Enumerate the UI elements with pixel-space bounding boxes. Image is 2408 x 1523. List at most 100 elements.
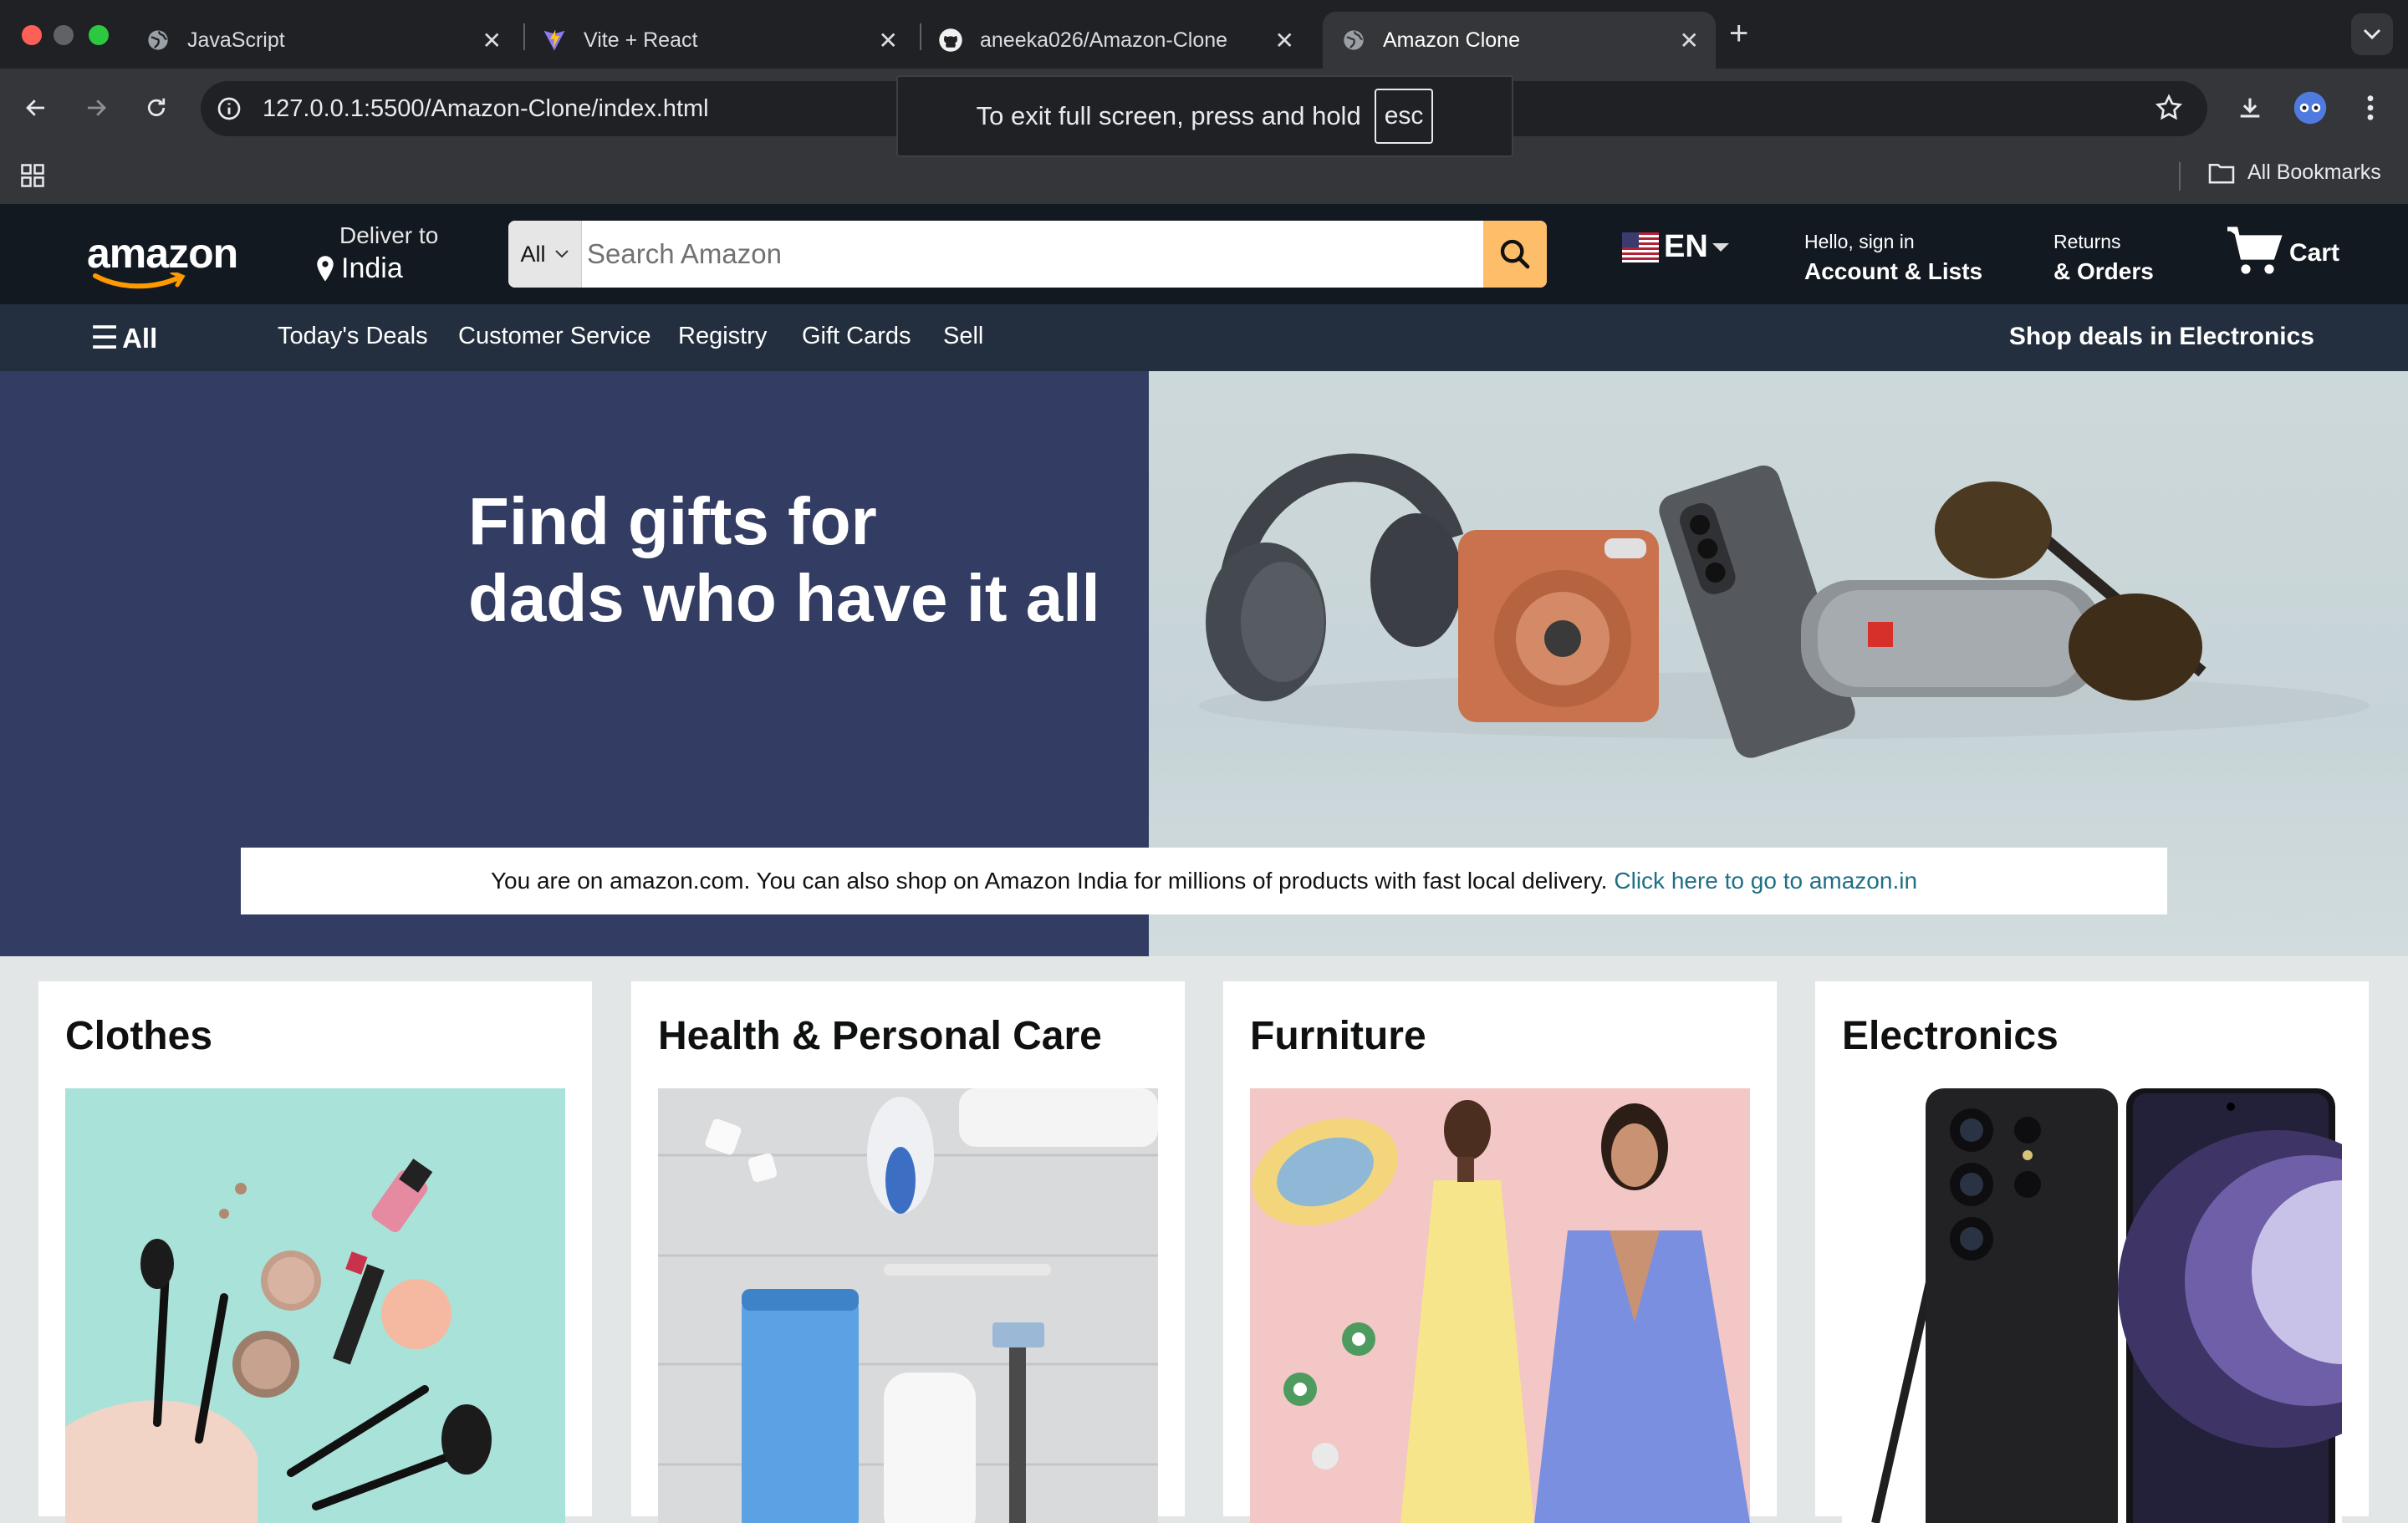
us-flag-icon [1622,232,1659,262]
account-lists[interactable]: Hello, sign in Account & Lists [1804,231,1982,285]
category-card-health-personal-care[interactable]: Health & Personal Care [631,981,1185,1523]
greeting-label: Hello, sign in [1804,231,1915,252]
browser-menu-button[interactable] [2349,87,2391,129]
camera-illustration [1458,530,1659,722]
search-category-value: All [520,241,546,267]
returns-orders[interactable]: Returns & Orders [2053,231,2154,285]
bookmarks-divider [2179,162,2181,191]
fullscreen-toast-text: To exit full screen, press and hold [976,101,1361,130]
arrow-right-icon [88,99,106,116]
deliver-to-label: Deliver to [339,222,439,248]
globe-icon [145,28,171,53]
amazon-logo[interactable]: amazon [87,229,238,289]
tab-close-icon[interactable]: ✕ [879,27,898,54]
search-category-dropdown[interactable]: All [508,221,582,288]
caret-down-icon [1712,242,1729,252]
apps-grid-icon[interactable] [20,163,45,192]
window-fullscreen-button[interactable] [89,25,109,45]
hamburger-icon: ☰ [90,321,120,356]
tab-close-icon[interactable]: ✕ [1680,27,1699,54]
card-title: Furniture [1250,1014,1426,1058]
tab-title: aneeka026/Amazon-Clone [980,28,1228,52]
language-code: EN [1664,229,1708,264]
cart-button[interactable]: Cart [2226,224,2339,278]
tab-title: Vite + React [584,28,698,52]
reload-icon [147,98,166,116]
category-cards-row: Clothes Health & Personal Care Furniture… [0,956,2408,1523]
folder-icon [2208,163,2235,183]
amazon-subnav: ☰ All Today's Deals Customer Service Reg… [0,304,2408,371]
returns-label: Returns [2053,231,2121,252]
search-button[interactable] [1483,221,1547,288]
category-card-electronics[interactable]: Electronics [1815,981,2369,1523]
forward-button[interactable] [77,89,115,127]
globe-icon [1341,28,1366,53]
search-input[interactable] [582,221,1483,288]
nav-link-gift-cards[interactable]: Gift Cards [802,323,911,350]
nav-link-sell[interactable]: Sell [943,323,983,350]
tab-separator [523,23,525,50]
location-pin-icon [317,255,334,282]
new-tab-button[interactable]: + [1729,15,1748,53]
all-bookmarks-label: All Bookmarks [2247,160,2381,184]
download-icon [2240,98,2260,118]
all-menu-button[interactable]: ☰ All [90,319,157,357]
esc-key-badge: esc [1374,89,1434,144]
language-selector[interactable]: EN [1622,229,1730,265]
amazon-india-link[interactable]: Click here to go to amazon.in [1614,868,1917,894]
all-bookmarks-button[interactable]: All Bookmarks [2207,160,2381,185]
search-icon [1500,239,1530,269]
smile-arrow-icon [93,273,186,289]
card-image-cosmetics[interactable] [65,1088,565,1523]
tab-close-icon[interactable]: ✕ [1275,27,1294,54]
profile-avatar[interactable] [2289,87,2331,129]
site-info-icon[interactable] [214,94,244,124]
cart-icon [2227,227,2283,274]
orders-label: & Orders [2053,258,2154,284]
window-minimize-button[interactable] [54,25,74,45]
category-card-furniture[interactable]: Furniture [1223,981,1777,1523]
tab-search-button[interactable] [2351,13,2393,55]
card-image-toiletries[interactable] [658,1088,1158,1523]
hero-banner[interactable]: Find gifts for dads who have it all You … [0,371,2408,956]
logo-wordmark: amazon [87,230,238,277]
reload-button[interactable] [137,89,176,127]
card-title: Health & Personal Care [658,1014,1102,1058]
card-image-fashion-models[interactable] [1250,1088,1750,1523]
deliver-to-location[interactable]: Deliver to India [314,222,438,285]
vite-icon [542,28,567,53]
shop-deals-electronics-link[interactable]: Shop deals in Electronics [2009,323,2314,351]
account-lists-label: Account & Lists [1804,258,1983,284]
url-text[interactable]: 127.0.0.1:5500/Amazon-Clone/index.html [263,95,709,123]
card-title: Clothes [65,1014,213,1058]
window-close-button[interactable] [22,25,42,45]
tab-github[interactable]: aneeka026/Amazon-Clone ✕ [926,12,1311,69]
nav-link-customer-service[interactable]: Customer Service [458,323,650,350]
tab-amazon-clone[interactable]: Amazon Clone ✕ [1323,12,1716,69]
card-title: Electronics [1842,1014,2059,1058]
fullscreen-exit-toast: To exit full screen, press and hold esc [896,75,1513,157]
search-bar: All [508,221,1547,288]
tab-close-icon[interactable]: ✕ [482,27,502,54]
avatar [2293,91,2327,125]
bookmark-star-icon[interactable] [2154,93,2184,127]
region-notice-banner: You are on amazon.com. You can also shop… [241,848,2167,914]
chevron-down-icon [554,246,569,263]
tab-title: Amazon Clone [1383,28,1520,52]
tab-javascript[interactable]: JavaScript ✕ [134,12,518,69]
category-card-clothes[interactable]: Clothes [38,981,592,1523]
all-menu-label: All [122,322,158,354]
nav-link-todays-deals[interactable]: Today's Deals [278,323,428,350]
hero-headline: Find gifts for dads who have it all [468,484,1100,635]
chevron-down-icon [2363,28,2381,40]
back-button[interactable] [17,89,55,127]
card-image-smartphone[interactable] [1842,1088,2342,1523]
downloads-button[interactable] [2229,87,2271,129]
tab-title: JavaScript [187,28,285,52]
amazon-header: amazon Deliver to India All EN Hell [0,204,2408,304]
browser-tab-bar: JavaScript ✕ Vite + React ✕ aneeka026/Am… [0,0,2408,69]
tab-separator [920,23,921,50]
nav-link-registry[interactable]: Registry [678,323,767,350]
tab-vite-react[interactable]: Vite + React ✕ [530,12,915,69]
deliver-country: India [341,252,403,284]
